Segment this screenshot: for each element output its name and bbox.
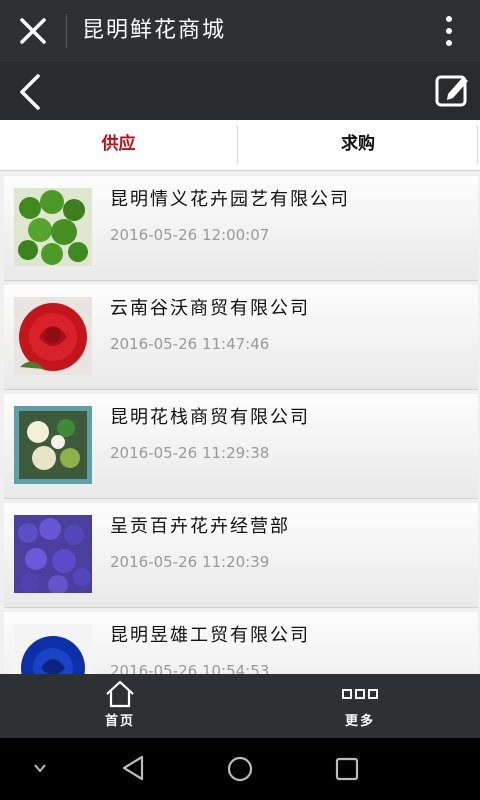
more-vertical-icon[interactable] bbox=[444, 14, 454, 48]
tab-supply[interactable]: 供应 bbox=[0, 120, 237, 170]
nav-more-label: 更多 bbox=[344, 714, 375, 729]
post-date: 2016-05-26 11:47:46 bbox=[110, 335, 270, 353]
chevron-down-icon[interactable] bbox=[32, 762, 48, 774]
post-date: 2016-05-26 10:54:53 bbox=[110, 662, 270, 674]
system-nav-bar bbox=[0, 738, 480, 800]
grid-more-icon bbox=[342, 689, 378, 699]
nav-more[interactable]: 更多 bbox=[300, 674, 420, 738]
company-name: 云南谷沃商贸有限公司 bbox=[110, 298, 310, 319]
product-thumbnail bbox=[14, 406, 92, 484]
home-circle-icon[interactable] bbox=[226, 755, 254, 783]
home-icon bbox=[106, 680, 134, 708]
app-title: 昆明鲜花商城 bbox=[82, 18, 227, 43]
tab-divider bbox=[477, 126, 478, 164]
tab-purchase[interactable]: 求购 bbox=[238, 120, 478, 170]
back-arrow-icon[interactable] bbox=[14, 72, 46, 112]
post-date: 2016-05-26 11:20:39 bbox=[110, 553, 270, 571]
post-date: 2016-05-26 11:29:38 bbox=[110, 444, 270, 462]
list-item[interactable]: 昆明花栈商贸有限公司 2016-05-26 11:29:38 bbox=[4, 394, 478, 499]
bottom-nav-bar: 首页 更多 bbox=[0, 674, 480, 738]
list-item[interactable]: 云南谷沃商贸有限公司 2016-05-26 11:47:46 bbox=[4, 285, 478, 390]
product-thumbnail bbox=[14, 188, 92, 266]
list-item[interactable]: 昆明昱雄工贸有限公司 2016-05-26 10:54:53 bbox=[4, 612, 478, 674]
company-name: 呈贡百卉花卉经营部 bbox=[110, 516, 290, 537]
supply-list[interactable]: 昆明情义花卉园艺有限公司 2016-05-26 12:00:07 云南谷沃商贸有… bbox=[4, 176, 478, 674]
nav-home-label: 首页 bbox=[104, 714, 135, 729]
app-bar: 昆明鲜花商城 bbox=[0, 0, 480, 62]
recents-square-icon[interactable] bbox=[334, 756, 360, 782]
post-date: 2016-05-26 12:00:07 bbox=[110, 226, 270, 244]
nav-home[interactable]: 首页 bbox=[60, 674, 180, 738]
title-divider bbox=[66, 14, 67, 48]
list-item[interactable]: 呈贡百卉花卉经营部 2016-05-26 11:20:39 bbox=[4, 503, 478, 608]
company-name: 昆明花栈商贸有限公司 bbox=[110, 407, 310, 428]
close-icon[interactable] bbox=[16, 14, 50, 48]
list-item[interactable]: 昆明情义花卉园艺有限公司 2016-05-26 12:00:07 bbox=[4, 176, 478, 281]
edit-icon[interactable] bbox=[434, 72, 470, 108]
back-triangle-icon[interactable] bbox=[120, 754, 146, 782]
company-name: 昆明昱雄工贸有限公司 bbox=[110, 625, 310, 646]
tab-bar: 供应 求购 bbox=[0, 120, 480, 171]
page-nav-bar bbox=[0, 62, 480, 120]
company-name: 昆明情义花卉园艺有限公司 bbox=[110, 189, 350, 210]
product-thumbnail bbox=[14, 515, 92, 593]
product-thumbnail bbox=[14, 624, 92, 674]
product-thumbnail bbox=[14, 297, 92, 375]
